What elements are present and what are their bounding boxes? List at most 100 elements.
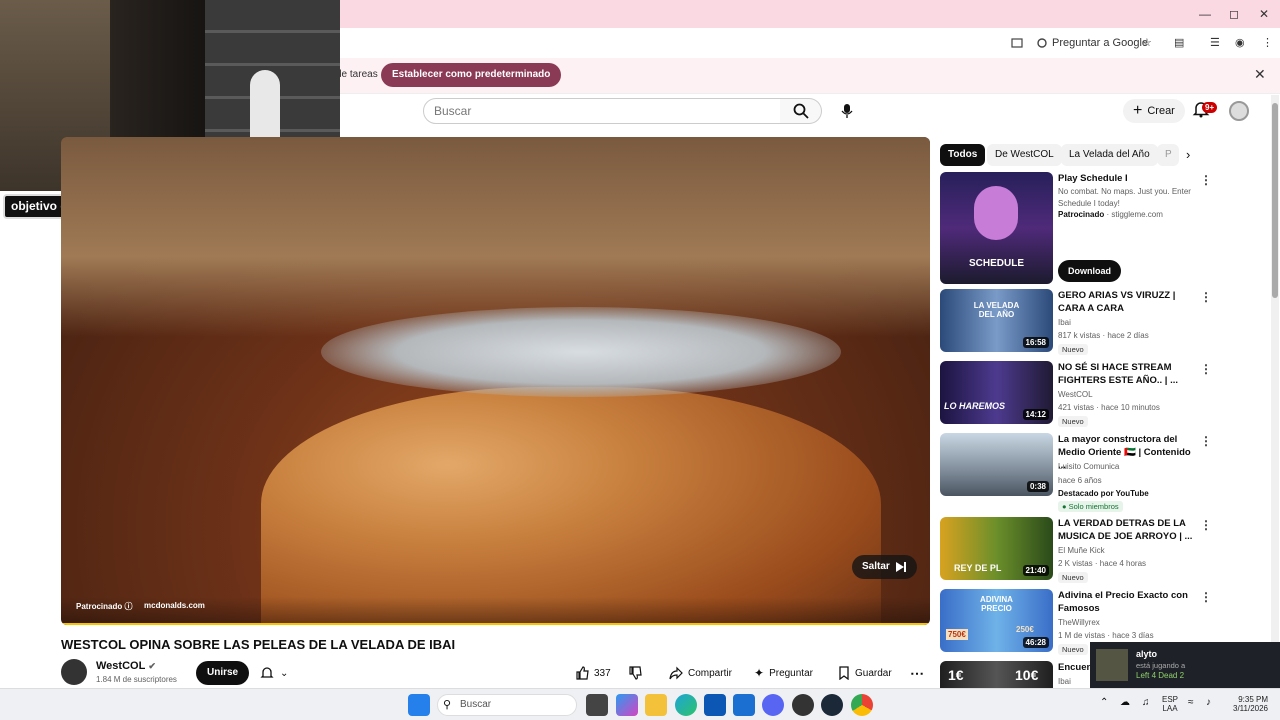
copilot-icon[interactable] bbox=[616, 694, 638, 716]
discord-icon[interactable] bbox=[762, 694, 784, 716]
install-app-icon[interactable] bbox=[1011, 34, 1023, 52]
menu-kebab-icon[interactable]: ⋮ bbox=[1262, 34, 1273, 52]
create-button[interactable]: + Crear bbox=[1123, 99, 1185, 123]
ask-google-button[interactable]: Preguntar a Google bbox=[1036, 34, 1148, 52]
share-label: Compartir bbox=[688, 667, 732, 679]
friend-name: alyto bbox=[1136, 649, 1158, 659]
clock-time: 9:35 PM bbox=[1238, 695, 1268, 704]
like-button[interactable]: 337 bbox=[575, 661, 611, 685]
video-title[interactable]: NO SÉ SI HACE STREAM FIGHTERS ESTE AÑO..… bbox=[1058, 361, 1193, 387]
scrollbar-thumb[interactable] bbox=[1272, 103, 1278, 298]
microphone-icon[interactable]: ♫ bbox=[1142, 697, 1150, 708]
chrome-icon[interactable] bbox=[851, 694, 873, 716]
video-frame-frosting bbox=[321, 307, 841, 397]
members-only-badge: ● Solo miembros bbox=[1058, 501, 1123, 512]
minimize-button[interactable]: — bbox=[1190, 4, 1220, 24]
video-frame-top bbox=[61, 137, 930, 337]
reading-list-icon[interactable]: ☰ bbox=[1210, 34, 1220, 52]
start-button-icon[interactable] bbox=[408, 694, 430, 716]
volume-icon[interactable]: ♪ bbox=[1206, 697, 1211, 708]
task-view-icon[interactable] bbox=[586, 694, 608, 716]
video-thumbnail[interactable]: 1€ 10€ bbox=[940, 661, 1053, 688]
ad-progress-bar[interactable] bbox=[61, 623, 930, 625]
language-indicator[interactable]: ESP LAA bbox=[1162, 695, 1178, 713]
channel-avatar[interactable] bbox=[61, 659, 87, 685]
channel-name[interactable]: El Muñe Kick bbox=[1058, 546, 1105, 555]
steam-notification[interactable]: alyto está jugando a Left 4 Dead 2 bbox=[1090, 642, 1280, 688]
search-icon: ⚲ bbox=[443, 699, 452, 711]
video-thumbnail[interactable]: ADIVINA PRECIO 750€ 250€ 46:28 bbox=[940, 589, 1053, 652]
file-explorer-icon[interactable] bbox=[645, 694, 667, 716]
duration-badge: 46:28 bbox=[1022, 637, 1049, 648]
chip-de-westcol[interactable]: De WestCOL bbox=[987, 144, 1062, 166]
user-avatar[interactable] bbox=[1229, 101, 1249, 121]
profile-icon[interactable]: ◉ bbox=[1235, 34, 1245, 52]
close-window-button[interactable]: ✕ bbox=[1249, 4, 1279, 24]
edge-icon[interactable] bbox=[675, 694, 697, 716]
ad-domain-link[interactable]: mcdonalds.com bbox=[144, 601, 205, 610]
chevron-right-icon[interactable]: › bbox=[1186, 147, 1190, 162]
infobar-close-icon[interactable]: ✕ bbox=[1254, 66, 1266, 83]
subscription-bell-button[interactable]: ⌄ bbox=[254, 661, 294, 685]
channel-name[interactable]: Ibai bbox=[1058, 677, 1071, 686]
channel-name-link[interactable]: WestCOL ✔ bbox=[96, 660, 156, 672]
bookmark-star-icon[interactable]: ☆ bbox=[1142, 34, 1152, 52]
video-thumbnail[interactable]: LA VELADA DEL AÑO 16:58 bbox=[940, 289, 1053, 352]
set-default-button[interactable]: Establecer como predeterminado bbox=[381, 63, 562, 87]
friend-status: está jugando a bbox=[1136, 661, 1186, 670]
ad-thumbnail[interactable]: SCHEDULE bbox=[940, 172, 1053, 284]
chip-partial[interactable]: P bbox=[1157, 144, 1179, 166]
ask-ai-button[interactable]: ✦ Preguntar bbox=[754, 661, 813, 685]
extensions-icon[interactable]: ▤ bbox=[1174, 34, 1184, 52]
video-title[interactable]: Encuent bbox=[1058, 661, 1092, 674]
channel-name[interactable]: Luisito Comunica bbox=[1058, 462, 1119, 471]
more-options-icon[interactable]: ⋮ bbox=[1200, 173, 1212, 187]
more-options-icon[interactable]: ⋮ bbox=[1200, 362, 1212, 376]
video-title[interactable]: LA VERDAD DETRAS DE LA MUSICA DE JOE ARR… bbox=[1058, 517, 1193, 543]
steam-icon[interactable] bbox=[821, 694, 843, 716]
more-actions-icon[interactable]: ⋯ bbox=[910, 661, 924, 685]
join-button[interactable]: Unirse bbox=[196, 661, 250, 685]
video-thumbnail[interactable]: LO HAREMOS 14:12 bbox=[940, 361, 1053, 424]
channel-name[interactable]: TheWillyrex bbox=[1058, 618, 1100, 627]
chip-todos[interactable]: Todos bbox=[940, 144, 986, 166]
more-options-icon[interactable]: ⋮ bbox=[1200, 434, 1212, 448]
video-thumbnail[interactable]: 0:38 bbox=[940, 433, 1053, 496]
video-meta: 2 K vistas · hace 4 horas bbox=[1058, 559, 1147, 568]
download-button[interactable]: Download bbox=[1058, 260, 1121, 282]
network-icon[interactable]: ☁ bbox=[1120, 697, 1130, 708]
chip-la-velada[interactable]: La Velada del Año bbox=[1061, 144, 1158, 166]
clock[interactable]: 9:35 PM 3/11/2026 bbox=[1226, 695, 1268, 713]
video-meta: hace 6 años bbox=[1058, 476, 1102, 485]
video-title[interactable]: Adivina el Precio Exacto con Famosos bbox=[1058, 589, 1193, 615]
price-tag: 10€ bbox=[1015, 667, 1039, 683]
info-icon[interactable]: ⓘ bbox=[124, 602, 132, 611]
share-button[interactable]: Compartir bbox=[669, 661, 732, 685]
channel-name[interactable]: WestCOL bbox=[1058, 390, 1093, 399]
taskbar-search-input[interactable]: Buscar bbox=[437, 694, 577, 716]
chevron-up-icon[interactable]: ⌃ bbox=[1100, 697, 1108, 708]
obs-icon[interactable] bbox=[792, 694, 814, 716]
video-player[interactable]: Patrocinado ⓘ mcdonalds.com Saltar bbox=[61, 137, 930, 625]
price-tag: 750€ bbox=[946, 629, 968, 640]
more-options-icon[interactable]: ⋮ bbox=[1200, 590, 1212, 604]
more-options-icon[interactable]: ⋮ bbox=[1200, 518, 1212, 532]
video-thumbnail[interactable]: REY DE PL 21:40 bbox=[940, 517, 1053, 580]
ad-title[interactable]: Play Schedule I bbox=[1058, 172, 1193, 185]
wifi-icon[interactable]: ≈ bbox=[1188, 697, 1194, 708]
dislike-button[interactable] bbox=[628, 661, 642, 685]
search-input[interactable]: Buscar bbox=[423, 98, 781, 124]
voice-search-button[interactable] bbox=[834, 98, 860, 124]
save-button[interactable]: Guardar bbox=[838, 661, 892, 685]
skip-ad-button[interactable]: Saltar bbox=[852, 555, 917, 579]
featured-label: Destacado por YouTube bbox=[1058, 489, 1149, 498]
outlook-icon[interactable] bbox=[733, 694, 755, 716]
maximize-button[interactable]: ◻ bbox=[1219, 4, 1249, 24]
search-button[interactable] bbox=[780, 98, 822, 124]
video-title[interactable]: GERO ARIAS VS VIRUZZ | CARA A CARA bbox=[1058, 289, 1193, 315]
channel-name[interactable]: Ibai bbox=[1058, 318, 1071, 327]
store-icon[interactable] bbox=[704, 694, 726, 716]
video-meta: 1 M de vistas · hace 3 días bbox=[1058, 631, 1154, 640]
more-options-icon[interactable]: ⋮ bbox=[1200, 290, 1212, 304]
price-tag: 1€ bbox=[948, 667, 964, 683]
